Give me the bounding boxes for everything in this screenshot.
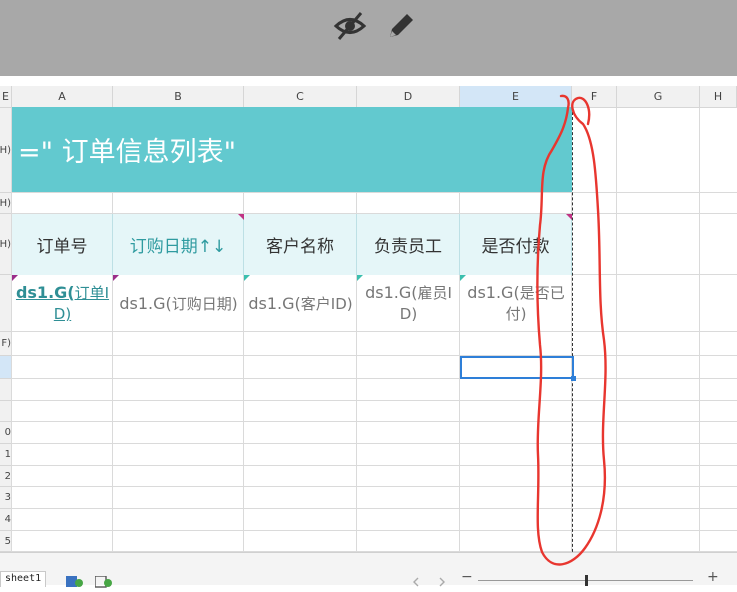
cell-marker bbox=[244, 275, 250, 281]
dataset-field: 客户ID) bbox=[300, 294, 353, 313]
cell-marker bbox=[113, 275, 119, 281]
copy-sheet-icon[interactable] bbox=[94, 573, 113, 588]
page-break-line bbox=[572, 107, 573, 552]
add-sheet-icon[interactable] bbox=[66, 573, 84, 587]
report-data-cell[interactable]: ds1.G(订购日期) bbox=[113, 275, 244, 332]
report-title-cell[interactable]: =" 订单信息列表" bbox=[12, 107, 572, 192]
zoom-slider-thumb[interactable] bbox=[585, 575, 588, 586]
dataset-prefix: ds1.G( bbox=[365, 283, 418, 302]
spreadsheet-grid[interactable]: EABCDEFGH H) H) H) F) 0 1 2 3 4 5 =" 订单信息列表" 订单号订… bbox=[0, 86, 737, 552]
zoom-out-button[interactable]: − bbox=[461, 569, 473, 585]
cell-marker bbox=[357, 275, 363, 281]
column-header-g[interactable]: G bbox=[617, 86, 700, 108]
column-header-e[interactable]: E bbox=[460, 86, 572, 108]
grid-hline bbox=[12, 192, 737, 193]
bottom-bar: sheet1 − + bbox=[0, 552, 737, 588]
dataset-prefix: ds1.G( bbox=[15, 283, 75, 302]
grid-hline bbox=[12, 508, 737, 509]
cell-marker bbox=[238, 214, 244, 220]
report-header-cell[interactable]: 是否付款 bbox=[460, 214, 572, 275]
report-title: =" 订单信息列表" bbox=[18, 137, 237, 168]
dataset-field: 订购日期) bbox=[171, 294, 238, 313]
dataset-prefix: ds1.G( bbox=[467, 283, 520, 302]
report-data-cell[interactable]: ds1.G(订单ID) bbox=[12, 275, 113, 332]
grid-hline bbox=[12, 400, 737, 401]
toolbar bbox=[0, 0, 737, 76]
cell-marker bbox=[12, 275, 18, 281]
report-header-cell[interactable]: 负责员工 bbox=[357, 214, 460, 275]
fill-handle[interactable] bbox=[571, 376, 576, 381]
column-header-d[interactable]: D bbox=[357, 86, 460, 108]
dataset-prefix: ds1.G( bbox=[119, 293, 172, 313]
zoom-in-button[interactable]: + bbox=[707, 569, 719, 585]
grid-hline bbox=[12, 486, 737, 487]
grid-hline bbox=[12, 378, 737, 379]
report-data-cell[interactable]: ds1.G(客户ID) bbox=[244, 275, 357, 332]
column-header-a[interactable]: A bbox=[12, 86, 113, 108]
grid-hline bbox=[12, 465, 737, 466]
report-header-cell[interactable]: 订单号 bbox=[12, 214, 113, 275]
grid-hline bbox=[12, 530, 737, 531]
report-data-cell[interactable]: ds1.G(是否已付) bbox=[460, 275, 572, 332]
column-header-c[interactable]: C bbox=[244, 86, 357, 108]
report-data-cell[interactable]: ds1.G(雇员ID) bbox=[357, 275, 460, 332]
report-header-cell[interactable]: 订购日期↑↓ bbox=[113, 214, 244, 275]
cell-marker bbox=[460, 275, 466, 281]
column-header-e[interactable]: E bbox=[0, 86, 12, 108]
scroll-left-icon[interactable] bbox=[410, 573, 428, 587]
grid-hline bbox=[12, 443, 737, 444]
selected-cell[interactable] bbox=[460, 356, 576, 381]
report-header-cell[interactable]: 客户名称 bbox=[244, 214, 357, 275]
dataset-prefix: ds1.G( bbox=[248, 293, 301, 313]
column-header-b[interactable]: B bbox=[113, 86, 244, 108]
grid-hline bbox=[12, 355, 737, 356]
column-header-h[interactable]: H bbox=[700, 86, 737, 108]
pencil-icon[interactable] bbox=[384, 9, 418, 43]
eye-slash-icon[interactable] bbox=[333, 9, 367, 43]
column-header-f[interactable]: F bbox=[572, 86, 617, 108]
grid-hline bbox=[12, 421, 737, 422]
scroll-right-icon[interactable] bbox=[436, 573, 454, 587]
